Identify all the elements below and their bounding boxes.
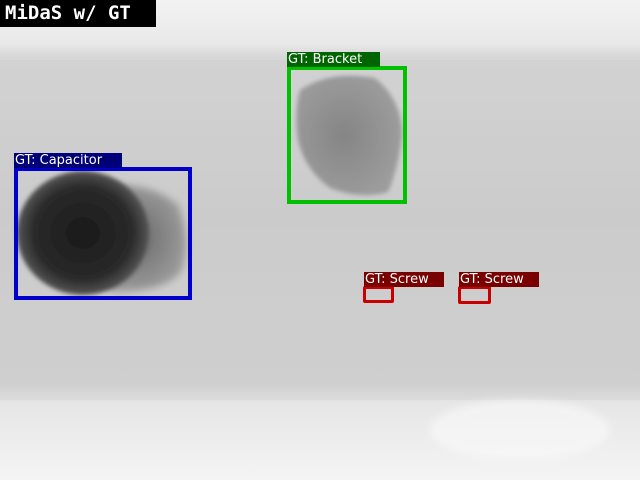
bracket-label: GT: Bracket [287, 52, 380, 67]
screw-bounding-box-2 [458, 286, 491, 304]
capacitor-label: GT: Capacitor [14, 153, 122, 168]
depth-map-view: MiDaS w/ GT GT: Bracket GT: Capacitor GT… [0, 0, 640, 480]
screw-bounding-box-1 [363, 286, 394, 303]
screw-label-1: GT: Screw [364, 272, 444, 287]
capacitor-bounding-box [14, 167, 192, 300]
screw-label-2: GT: Screw [459, 272, 539, 287]
bracket-bounding-box [287, 66, 407, 204]
title-label: MiDaS w/ GT [0, 0, 156, 27]
